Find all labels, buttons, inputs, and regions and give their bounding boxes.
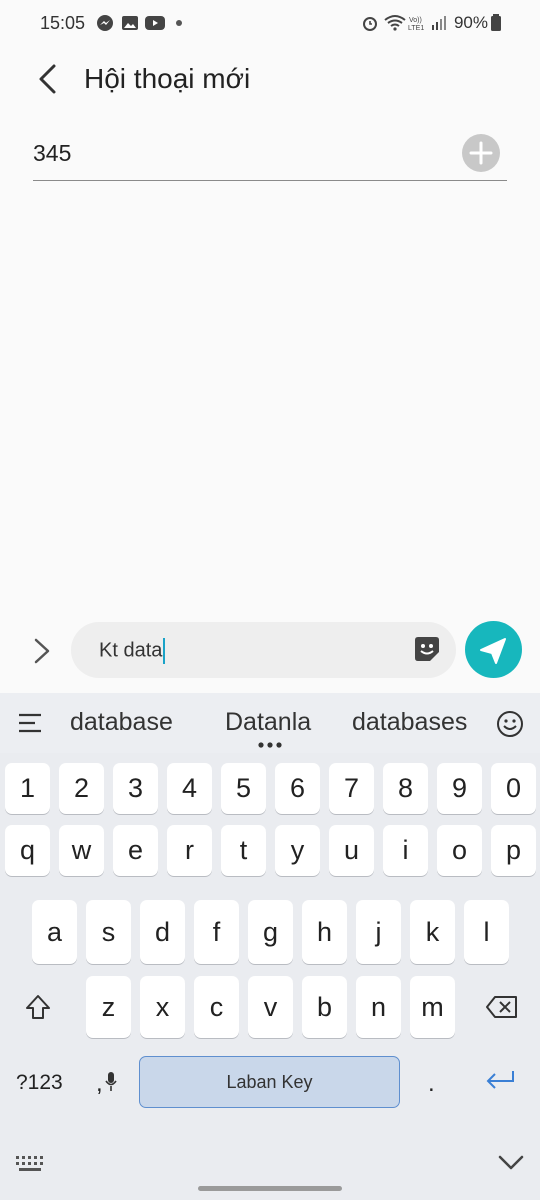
suggestion-3[interactable]: databases bbox=[352, 708, 467, 737]
key-7[interactable]: 7 bbox=[329, 763, 374, 814]
key-x[interactable]: x bbox=[140, 976, 185, 1038]
text-cursor bbox=[163, 638, 166, 664]
send-button[interactable] bbox=[465, 621, 522, 678]
recipient-input[interactable]: 345 bbox=[33, 140, 71, 167]
key-3[interactable]: 3 bbox=[113, 763, 158, 814]
key-s[interactable]: s bbox=[86, 900, 131, 964]
key-1[interactable]: 1 bbox=[5, 763, 50, 814]
home-indicator[interactable] bbox=[198, 1186, 342, 1191]
battery-level: 90% bbox=[453, 13, 488, 32]
microphone-icon[interactable] bbox=[104, 1071, 118, 1093]
key-u[interactable]: u bbox=[329, 825, 374, 876]
back-arrow-icon[interactable] bbox=[34, 62, 64, 96]
status-bar: 15:05 Vo)) LTE1 90% bbox=[0, 0, 540, 46]
key-2[interactable]: 2 bbox=[59, 763, 104, 814]
key-t[interactable]: t bbox=[221, 825, 266, 876]
comma-key[interactable]: , bbox=[96, 1070, 103, 1098]
key-v[interactable]: v bbox=[248, 976, 293, 1038]
key-4[interactable]: 4 bbox=[167, 763, 212, 814]
alarm-icon bbox=[363, 17, 377, 31]
key-h[interactable]: h bbox=[302, 900, 347, 964]
key-d[interactable]: d bbox=[140, 900, 185, 964]
dot-icon bbox=[176, 20, 182, 26]
key-g[interactable]: g bbox=[248, 900, 293, 964]
expand-options-icon[interactable] bbox=[30, 636, 54, 666]
key-m[interactable]: m bbox=[410, 976, 455, 1038]
key-b[interactable]: b bbox=[302, 976, 347, 1038]
key-q[interactable]: q bbox=[5, 825, 50, 876]
gallery-icon bbox=[122, 16, 138, 30]
key-l[interactable]: l bbox=[464, 900, 509, 964]
message-text-value: Kt data bbox=[99, 639, 163, 662]
key-r[interactable]: r bbox=[167, 825, 212, 876]
message-text[interactable]: Kt data bbox=[99, 638, 166, 664]
volte-icon: Vo))LTE1 bbox=[408, 17, 424, 32]
wifi-icon bbox=[384, 15, 406, 31]
page-title: Hội thoại mới bbox=[84, 63, 251, 94]
status-time: 15:05 bbox=[40, 13, 86, 33]
space-key[interactable]: Laban Key bbox=[139, 1056, 400, 1108]
key-k[interactable]: k bbox=[410, 900, 455, 964]
messenger-icon bbox=[97, 15, 113, 31]
key-9[interactable]: 9 bbox=[437, 763, 482, 814]
key-y[interactable]: y bbox=[275, 825, 320, 876]
signal-icon bbox=[432, 16, 446, 30]
key-8[interactable]: 8 bbox=[383, 763, 428, 814]
battery-icon bbox=[491, 14, 501, 31]
key-0[interactable]: 0 bbox=[491, 763, 536, 814]
sticker-icon[interactable] bbox=[412, 634, 442, 664]
key-6[interactable]: 6 bbox=[275, 763, 320, 814]
key-f[interactable]: f bbox=[194, 900, 239, 964]
key-n[interactable]: n bbox=[356, 976, 401, 1038]
keyboard-menu-icon[interactable] bbox=[18, 713, 42, 733]
youtube-icon bbox=[145, 16, 165, 30]
period-key[interactable]: . bbox=[428, 1070, 435, 1098]
enter-icon[interactable] bbox=[484, 1068, 516, 1094]
recipient-underline bbox=[33, 180, 507, 181]
hide-keyboard-icon[interactable] bbox=[498, 1154, 524, 1172]
key-a[interactable]: a bbox=[32, 900, 77, 964]
suggestion-2[interactable]: Datanla bbox=[225, 708, 311, 737]
key-o[interactable]: o bbox=[437, 825, 482, 876]
svg-text:LTE1: LTE1 bbox=[408, 25, 424, 32]
more-suggestions-icon[interactable] bbox=[257, 741, 283, 749]
key-5[interactable]: 5 bbox=[221, 763, 266, 814]
emoji-icon[interactable] bbox=[496, 710, 524, 738]
key-c[interactable]: c bbox=[194, 976, 239, 1038]
suggestion-1[interactable]: database bbox=[70, 708, 173, 737]
symbols-key[interactable]: ?123 bbox=[16, 1071, 63, 1095]
key-j[interactable]: j bbox=[356, 900, 401, 964]
key-z[interactable]: z bbox=[86, 976, 131, 1038]
key-e[interactable]: e bbox=[113, 825, 158, 876]
key-p[interactable]: p bbox=[491, 825, 536, 876]
key-w[interactable]: w bbox=[59, 825, 104, 876]
add-recipient-button[interactable] bbox=[462, 134, 500, 172]
key-i[interactable]: i bbox=[383, 825, 428, 876]
backspace-icon[interactable] bbox=[485, 995, 519, 1019]
shift-icon[interactable] bbox=[24, 993, 52, 1021]
svg-text:Vo)): Vo)) bbox=[409, 17, 422, 24]
keyboard-grid-icon[interactable] bbox=[15, 1155, 45, 1173]
